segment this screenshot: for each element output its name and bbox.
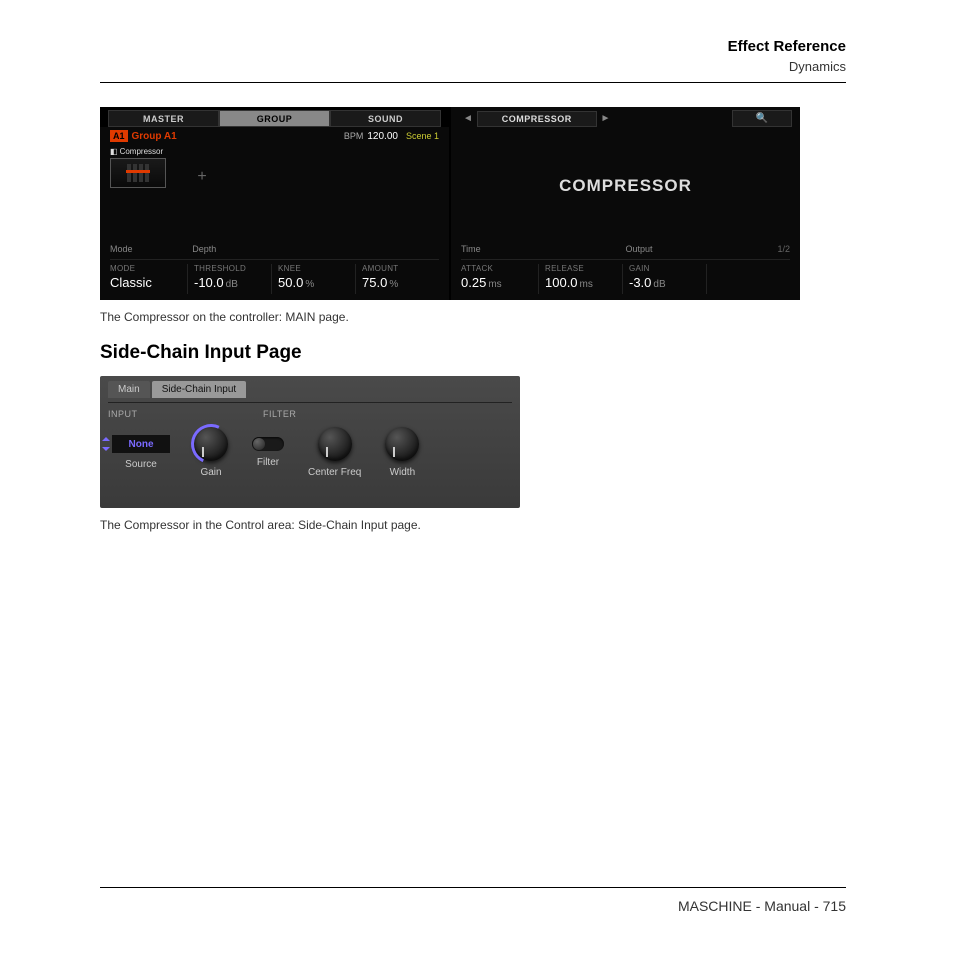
- plugin-thumbnail: [110, 158, 166, 188]
- sc-filter-toggle: Filter: [252, 437, 284, 468]
- width-knob[interactable]: [385, 427, 419, 461]
- plus-icon: +: [197, 168, 206, 186]
- width-label: Width: [390, 467, 416, 478]
- sc-sections: INPUT FILTER: [108, 402, 512, 419]
- controller-right-screen: ◄ COMPRESSOR ► 🔍 COMPRESSOR Time Output …: [451, 107, 800, 300]
- filter-label: Filter: [257, 457, 279, 468]
- bpm-label: BPM: [344, 131, 364, 141]
- controller-screenshot: MASTER GROUP SOUND A1 Group A1 BPM 120.0…: [100, 107, 800, 300]
- slot-label: ◧ Compressor: [110, 145, 166, 158]
- header-subtitle: Dynamics: [100, 59, 846, 74]
- param-release[interactable]: RELEASE 100.0ms: [538, 264, 622, 294]
- param-threshold[interactable]: THRESHOLD -10.0dB: [187, 264, 271, 294]
- sc-tabs: Main Side-Chain Input: [100, 376, 520, 398]
- filter-toggle[interactable]: [252, 437, 284, 451]
- footer-text: MASCHINE - Manual - 715: [100, 898, 846, 914]
- channel-tabs: MASTER GROUP SOUND: [100, 107, 449, 127]
- section-heading: Side-Chain Input Page: [100, 342, 846, 364]
- plugin-slots: ◧ Compressor +: [100, 145, 449, 197]
- section-output: Output 1/2: [626, 244, 791, 260]
- search-button[interactable]: 🔍: [732, 110, 792, 127]
- tab-group[interactable]: GROUP: [219, 110, 330, 127]
- search-icon: 🔍: [756, 113, 768, 124]
- controller-left-screen: MASTER GROUP SOUND A1 Group A1 BPM 120.0…: [100, 107, 449, 300]
- page-header: Effect Reference Dynamics: [100, 38, 846, 74]
- param-row-left: MODE Classic THRESHOLD -10.0dB KNEE 50.0…: [100, 260, 449, 300]
- footer-rule: [100, 887, 846, 888]
- group-badge: A1: [110, 130, 128, 142]
- sc-source: None Source: [112, 435, 170, 470]
- param-amount[interactable]: AMOUNT 75.0%: [355, 264, 439, 294]
- nav-title: COMPRESSOR: [477, 111, 597, 127]
- caption-2: The Compressor in the Control area: Side…: [100, 518, 846, 532]
- param-empty: [706, 264, 790, 294]
- section-labels-left: Mode Depth: [100, 244, 449, 260]
- section-labels-right: Time Output 1/2: [451, 244, 800, 260]
- param-mode[interactable]: MODE Classic: [110, 264, 187, 294]
- gain-knob[interactable]: [194, 427, 228, 461]
- section-depth: Depth: [192, 244, 439, 260]
- param-attack[interactable]: ATTACK 0.25ms: [461, 264, 538, 294]
- nav-row: ◄ COMPRESSOR ► 🔍: [451, 107, 800, 127]
- caption-1: The Compressor on the controller: MAIN p…: [100, 310, 846, 324]
- gain-label: Gain: [200, 467, 221, 478]
- sc-section-filter: FILTER: [263, 409, 512, 419]
- page-indicator: 1/2: [777, 244, 790, 254]
- scene-label: Scene 1: [406, 131, 439, 141]
- sc-tab-main[interactable]: Main: [108, 381, 150, 398]
- page-footer: MASCHINE - Manual - 715: [100, 887, 846, 914]
- plugin-title: COMPRESSOR: [451, 127, 800, 244]
- sc-tab-sidechain[interactable]: Side-Chain Input: [152, 381, 247, 398]
- nav-next-icon[interactable]: ►: [597, 113, 615, 124]
- section-mode: Mode: [110, 244, 192, 260]
- info-row: A1 Group A1 BPM 120.00 Scene 1: [100, 127, 449, 145]
- centerfreq-knob[interactable]: [318, 427, 352, 461]
- param-gain[interactable]: GAIN -3.0dB: [622, 264, 706, 294]
- source-dropdown[interactable]: None: [112, 435, 170, 453]
- source-label: Source: [125, 459, 157, 470]
- sc-controls: None Source Gain Filter Center Freq Widt…: [100, 419, 520, 478]
- tab-master[interactable]: MASTER: [108, 110, 219, 127]
- plugin-icon: ◧: [110, 147, 118, 156]
- add-plugin-button[interactable]: +: [174, 157, 230, 197]
- header-title: Effect Reference: [100, 38, 846, 55]
- sc-centerfreq: Center Freq: [308, 427, 361, 478]
- bpm-value: 120.00: [367, 131, 398, 142]
- centerfreq-label: Center Freq: [308, 467, 361, 478]
- header-rule: [100, 82, 846, 83]
- sc-width: Width: [385, 427, 419, 478]
- plugin-slot-compressor[interactable]: ◧ Compressor: [110, 145, 166, 188]
- section-time: Time: [461, 244, 626, 260]
- param-row-right: ATTACK 0.25ms RELEASE 100.0ms GAIN -3.0d…: [451, 260, 800, 300]
- tab-sound[interactable]: SOUND: [330, 110, 441, 127]
- sc-gain: Gain: [194, 427, 228, 478]
- sidechain-panel: Main Side-Chain Input INPUT FILTER None …: [100, 376, 520, 508]
- nav-prev-icon[interactable]: ◄: [459, 113, 477, 124]
- param-knee[interactable]: KNEE 50.0%: [271, 264, 355, 294]
- sc-section-input: INPUT: [108, 409, 263, 419]
- group-name: Group A1: [132, 131, 177, 142]
